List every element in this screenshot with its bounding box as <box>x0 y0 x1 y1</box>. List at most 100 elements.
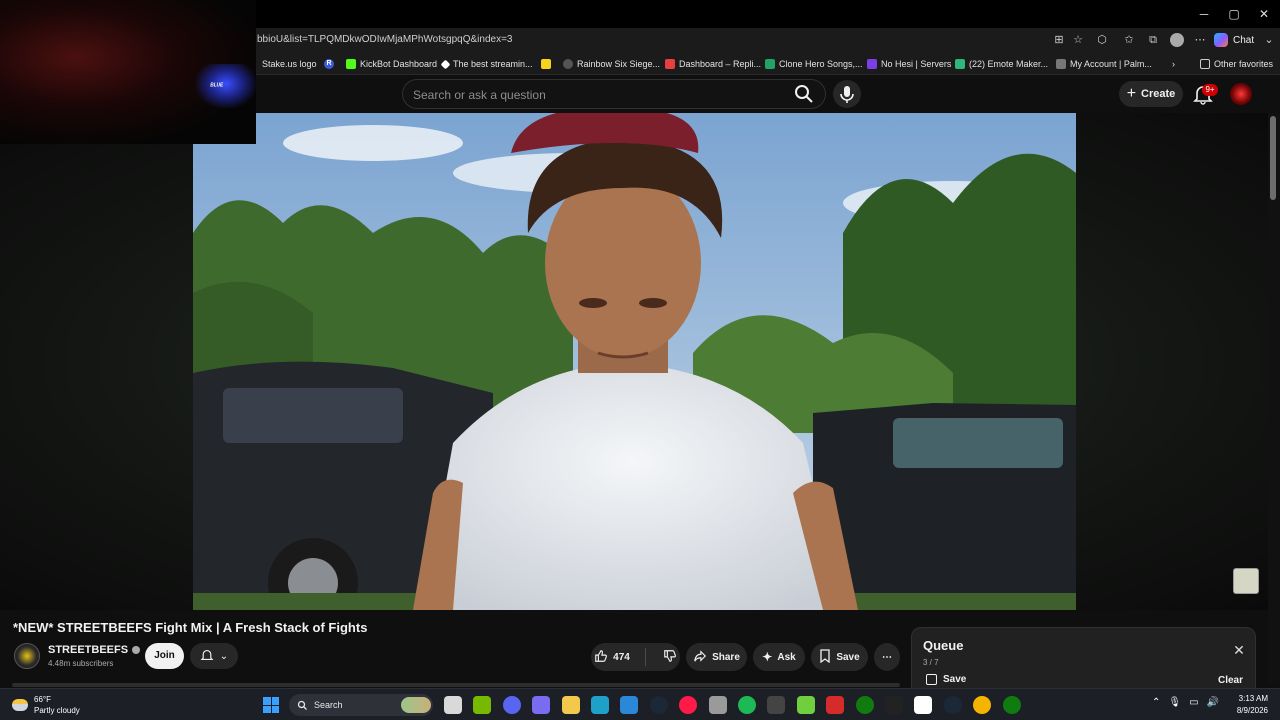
verified-badge-icon <box>132 646 141 654</box>
partly-cloudy-icon <box>12 699 28 711</box>
store-icon[interactable] <box>620 696 639 714</box>
folder-icon[interactable] <box>561 696 580 714</box>
nohesi-icon <box>867 59 877 69</box>
bookmark-kickbot[interactable]: KickBot Dashboard <box>346 57 437 71</box>
display-icon[interactable]: ▭ <box>1189 697 1198 708</box>
description-collapsed-bar[interactable] <box>12 683 900 687</box>
channel-watermark[interactable] <box>1233 568 1259 594</box>
like-count: 474 <box>613 651 630 663</box>
bookmark-r[interactable]: R <box>324 57 334 71</box>
more-menu-icon[interactable]: ⋯ <box>1193 33 1207 47</box>
like-dislike-group: 474 <box>591 643 680 671</box>
scrollbar-thumb[interactable] <box>1270 116 1276 200</box>
steam-icon[interactable] <box>649 696 668 714</box>
xbox-2-icon[interactable] <box>1002 696 1021 714</box>
share-button[interactable]: Share <box>686 643 747 671</box>
more-actions-button[interactable]: ⋯ <box>874 643 900 671</box>
queue-clear-button[interactable]: Clear <box>1218 675 1243 686</box>
emote-icon <box>955 59 965 69</box>
other-favorites[interactable]: Other favorites <box>1200 57 1273 71</box>
spotify-icon[interactable] <box>738 696 756 714</box>
bookmark-palm[interactable]: My Account | Palm... <box>1056 57 1152 71</box>
chat-button[interactable]: Chat <box>1214 31 1254 49</box>
bookmark-emote[interactable]: (22) Emote Maker... <box>955 57 1048 71</box>
extensions-icon[interactable]: ⬡ <box>1095 33 1109 47</box>
bookmark-stake[interactable]: Stake.us logo <box>262 57 317 71</box>
dashboard-icon <box>665 59 675 69</box>
bookmark-nohesi[interactable]: No Hesi | Servers <box>867 57 951 71</box>
maximize-button[interactable]: ▢ <box>1220 4 1248 24</box>
subscription-notifications-button[interactable]: ⌄ <box>190 643 238 669</box>
epic-icon[interactable] <box>885 696 903 714</box>
chrome-icon[interactable] <box>973 696 992 714</box>
close-window-button[interactable]: ✕ <box>1250 4 1278 24</box>
bookmark-clonehero[interactable]: Clone Hero Songs,... <box>765 57 863 71</box>
palm-icon <box>1056 59 1066 69</box>
nvidia-icon[interactable] <box>473 696 492 714</box>
join-button[interactable]: Join <box>145 643 184 669</box>
channel-name-link[interactable]: STREETBEEFS <box>48 644 141 656</box>
collections-icon[interactable]: ⧉ <box>1146 33 1160 47</box>
chevron-up-icon[interactable]: ⌃ <box>1152 697 1160 708</box>
settings-icon[interactable] <box>708 696 727 714</box>
bookmark-dashboard[interactable]: Dashboard – Repli... <box>665 57 761 71</box>
bookmark-r6[interactable]: Rainbow Six Siege... <box>563 57 660 71</box>
microphone-tray-icon[interactable]: 🎙 <box>1168 697 1181 708</box>
file-explorer-blank-icon[interactable] <box>444 696 462 714</box>
save-button[interactable]: Save <box>811 643 868 671</box>
bell-icon <box>200 648 214 665</box>
channel-avatar[interactable] <box>14 643 40 669</box>
queue-count: 3 / 7 <box>923 658 939 667</box>
opera-gx-icon[interactable] <box>679 696 698 714</box>
snapchat-icon <box>541 59 551 69</box>
volume-icon[interactable]: 🔊 <box>1207 697 1219 708</box>
weather-widget[interactable]: 66°F Partly cloudy <box>12 694 80 716</box>
microphone-icon[interactable] <box>833 80 861 108</box>
bookmark-snapchat[interactable] <box>541 57 551 71</box>
like-button[interactable]: 474 <box>594 649 630 666</box>
ask-button[interactable]: ✦ Ask <box>753 643 805 671</box>
subscriber-count: 4.48m subscribers <box>48 659 114 668</box>
4k-downloader-icon[interactable] <box>767 696 786 714</box>
bookmarks-overflow-icon[interactable]: › <box>1172 57 1175 71</box>
create-button[interactable]: + Create <box>1119 81 1183 107</box>
profile-avatar[interactable] <box>1170 33 1184 47</box>
red-app-icon[interactable] <box>826 696 845 714</box>
taskbar-search[interactable]: Search <box>289 694 433 716</box>
thumbs-up-icon <box>594 649 608 666</box>
split-screen-icon[interactable]: ⊞ <box>1052 33 1066 47</box>
account-avatar[interactable] <box>1230 83 1252 105</box>
clock-time: 3:13 AM <box>1238 694 1268 703</box>
favorites-icon[interactable]: ✩ <box>1122 33 1136 47</box>
webcam-glow <box>196 64 256 108</box>
dislike-button[interactable] <box>663 649 677 666</box>
windows-start-icon[interactable] <box>263 697 279 713</box>
g-app-icon[interactable] <box>914 696 933 714</box>
minimize-button[interactable]: ─ <box>1190 4 1218 24</box>
close-icon[interactable]: ✕ <box>1231 642 1247 658</box>
windows-taskbar: 66°F Partly cloudy Search ⌃ 🎙 ▭ 🔊 3:13 A… <box>0 688 1280 720</box>
diamond-icon <box>440 59 451 69</box>
folder-icon <box>1200 59 1210 69</box>
steam-2-icon[interactable] <box>943 696 962 714</box>
weather-condition: Partly cloudy <box>34 706 80 715</box>
queue-title: Queue <box>923 638 964 653</box>
r-icon: R <box>324 59 334 69</box>
video-player[interactable] <box>193 113 1076 610</box>
notification-badge: 9+ <box>1202 84 1218 96</box>
queue-save-button[interactable]: Save <box>926 674 966 685</box>
sidebar-toggle-icon[interactable]: ⌄ <box>1262 33 1276 47</box>
bookmark-streaming[interactable]: The best streamin... <box>440 57 533 71</box>
system-clock[interactable]: 3:13 AM 8/9/2026 <box>1226 693 1268 717</box>
favorite-star-icon[interactable]: ☆ <box>1071 33 1085 47</box>
b-app-icon[interactable] <box>796 696 815 714</box>
search-input[interactable]: Search or ask a question <box>402 79 826 109</box>
discord-icon[interactable] <box>502 696 521 714</box>
copilot-icon[interactable] <box>532 696 551 714</box>
edge-icon[interactable] <box>591 696 609 714</box>
bookmark-icon <box>819 648 831 666</box>
search-icon[interactable] <box>793 83 815 105</box>
r6-icon <box>563 59 573 69</box>
xbox-icon[interactable] <box>855 696 874 714</box>
url-text[interactable]: bbioU&list=TLPQMDkwODIwMjaMPhWotsgpqQ&in… <box>257 34 512 45</box>
